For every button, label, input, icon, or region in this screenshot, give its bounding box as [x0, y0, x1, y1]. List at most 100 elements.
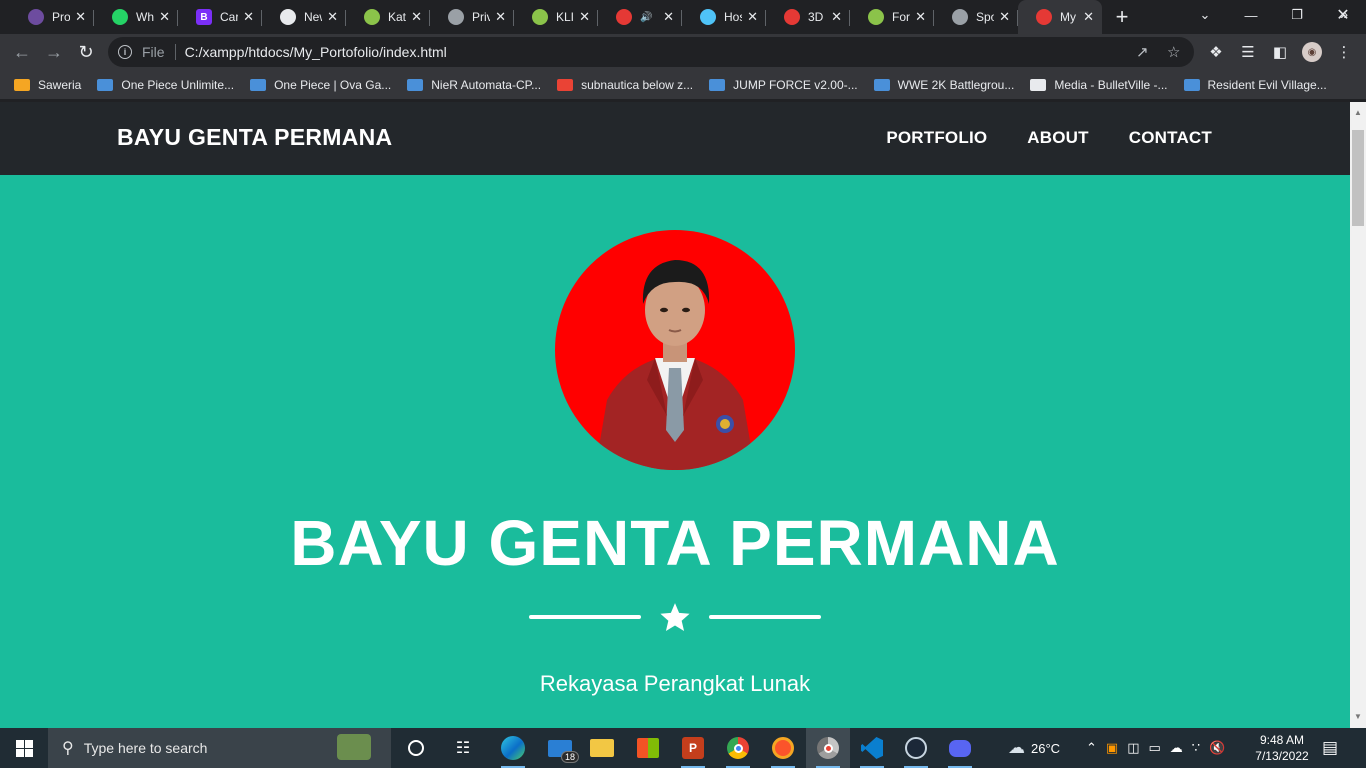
tab-audio-icon[interactable]: 🔊 [640, 12, 652, 23]
scroll-down-icon[interactable]: ▼ [1354, 712, 1362, 721]
tray-wifi-icon[interactable]: ∵ [1192, 740, 1200, 756]
site-brand[interactable]: BAYU GENTA PERMANA [117, 124, 392, 151]
bookmark-item[interactable]: JUMP FORCE v2.00-... [709, 77, 858, 92]
powerpoint-icon[interactable]: P [671, 728, 715, 768]
file-explorer-icon[interactable] [580, 728, 624, 768]
tab-close-icon[interactable]: ✕ [747, 9, 758, 25]
tab-close-icon[interactable]: ✕ [999, 9, 1010, 25]
chrome-icon[interactable] [716, 728, 760, 768]
tab-favicon-icon [784, 9, 800, 25]
extensions-icon[interactable]: ❖ [1206, 42, 1226, 62]
notification-center-icon[interactable]: ▤ [1322, 728, 1338, 768]
tab-close-icon[interactable]: ✕ [75, 9, 86, 25]
minimize-button[interactable]: — [1228, 0, 1274, 30]
page-scrollbar[interactable]: ▲ ▼ [1350, 102, 1366, 728]
bookmark-item[interactable]: WWE 2K Battlegrou... [873, 78, 1014, 92]
info-icon[interactable]: i [118, 45, 132, 59]
bookmark-star-icon[interactable]: ☆ [1167, 43, 1180, 61]
edge-icon[interactable] [491, 728, 535, 768]
bookmark-item[interactable]: One Piece | Ova Ga... [250, 78, 391, 92]
browser-tab[interactable]: Hos ✕ [682, 0, 766, 34]
site-navbar: BAYU GENTA PERMANA PORTFOLIO ABOUT CONTA… [0, 102, 1350, 175]
weather-widget[interactable]: ☁ 26°C [1008, 728, 1060, 768]
tray-app-icon[interactable]: ▣ [1106, 740, 1118, 756]
menu-kebab-icon[interactable]: ⋮ [1334, 42, 1354, 62]
brave-icon[interactable] [761, 728, 805, 768]
side-panel-icon[interactable]: ◧ [1270, 42, 1290, 62]
bookmark-item[interactable]: subnautica below z... [557, 78, 693, 92]
bookmark-label: JUMP FORCE v2.00-... [733, 77, 858, 92]
url-text[interactable]: C:/xampp/htdocs/My_Portofolio/index.html [185, 44, 447, 60]
profile-avatar[interactable]: ◉ [1302, 42, 1322, 62]
store-icon[interactable] [626, 728, 670, 768]
browser-tab[interactable]: 3D ✕ [766, 0, 850, 34]
tab-close-icon[interactable]: ✕ [579, 9, 590, 25]
forward-button[interactable]: → [38, 36, 70, 68]
bookmark-item[interactable]: Saweria [14, 78, 81, 92]
start-button[interactable] [0, 728, 48, 768]
tab-close-icon[interactable]: ✕ [495, 9, 506, 25]
more-bookmarks-icon[interactable]: » [1340, 6, 1348, 22]
tray-chevron-icon[interactable]: ⌃ [1086, 740, 1097, 756]
scrollbar-thumb[interactable] [1352, 130, 1364, 226]
browser-tab[interactable]: Priv ✕ [430, 0, 514, 34]
search-highlight-icon[interactable] [337, 734, 371, 760]
clock[interactable]: 9:48 AM 7/13/2022 [1252, 728, 1312, 768]
tab-close-icon[interactable]: ✕ [915, 9, 926, 25]
bookmark-item[interactable]: NieR Automata-CP... [407, 78, 541, 92]
tray-onedrive-icon[interactable]: ☁ [1170, 740, 1183, 756]
reload-button[interactable]: ↻ [70, 36, 102, 68]
browser-tab[interactable]: 🔊 ✕ [598, 0, 682, 34]
nav-link-contact[interactable]: CONTACT [1129, 128, 1212, 148]
bookmark-item[interactable]: Media - BulletVille -... [1030, 78, 1168, 92]
back-button[interactable]: ← [6, 36, 38, 68]
vscode-icon[interactable] [850, 728, 894, 768]
bookmark-item[interactable]: Resident Evil Village... [1183, 78, 1327, 92]
share-icon[interactable]: ↗ [1136, 43, 1149, 61]
tab-close-icon[interactable]: ✕ [831, 9, 842, 25]
browser-tab[interactable]: KLIK ✕ [514, 0, 598, 34]
discord-icon[interactable] [938, 728, 982, 768]
browser-tab[interactable]: Kata ✕ [346, 0, 430, 34]
steam-icon[interactable] [894, 728, 938, 768]
tab-title: 3D [808, 10, 824, 24]
new-tab-button[interactable]: + [1102, 0, 1142, 34]
tray-meet-icon[interactable]: ◫ [1127, 740, 1139, 756]
tab-close-icon[interactable]: ✕ [159, 9, 170, 25]
tab-close-icon[interactable]: ✕ [327, 9, 338, 25]
nav-link-portfolio[interactable]: PORTFOLIO [886, 128, 987, 148]
bookmark-label: Saweria [38, 77, 82, 92]
chrome-dev-icon[interactable] [806, 728, 850, 768]
browser-tab[interactable]: My ✕ [1018, 0, 1102, 34]
windows-logo-icon [15, 739, 33, 757]
nav-link-about[interactable]: ABOUT [1027, 128, 1088, 148]
mail-icon[interactable]: 18 [538, 728, 582, 768]
profile-photo [555, 230, 795, 470]
task-view-icon[interactable]: ☷ [441, 728, 485, 768]
tab-favicon-icon [616, 9, 632, 25]
tab-close-icon[interactable]: ✕ [663, 9, 674, 25]
bookmark-favicon-icon [709, 78, 726, 91]
browser-tab[interactable]: Wha ✕ [94, 0, 178, 34]
browser-tab[interactable]: Forr ✕ [850, 0, 934, 34]
browser-toolbar: ← → ↻ i File C:/xampp/htdocs/My_Portofol… [0, 34, 1366, 70]
tab-search-chevron-icon[interactable]: ⌄ [1182, 0, 1228, 30]
tab-close-icon[interactable]: ✕ [243, 9, 254, 25]
browser-tab[interactable]: New ✕ [262, 0, 346, 34]
taskbar-search-box[interactable]: ⚲ Type here to search [48, 728, 391, 768]
tab-title: Spo [976, 10, 994, 24]
bookmark-item[interactable]: One Piece Unlimite... [97, 78, 234, 92]
browser-tab[interactable]: Spo ✕ [934, 0, 1018, 34]
browser-tab[interactable]: B Car ✕ [178, 0, 262, 34]
address-bar[interactable]: i File C:/xampp/htdocs/My_Portofolio/ind… [108, 37, 1194, 67]
scroll-up-icon[interactable]: ▲ [1354, 108, 1362, 117]
tab-close-icon[interactable]: ✕ [1083, 9, 1094, 25]
cortana-icon[interactable] [394, 728, 438, 768]
reading-list-icon[interactable]: ☰ [1238, 42, 1258, 62]
tab-close-icon[interactable]: ✕ [411, 9, 422, 25]
tray-battery-icon[interactable]: ▭ [1149, 740, 1161, 756]
tray-volume-icon[interactable]: 🔇 [1209, 740, 1225, 756]
browser-tab[interactable]: Proj ✕ [10, 0, 94, 34]
restore-button[interactable]: ❐ [1274, 0, 1320, 30]
bookmark-favicon-icon [557, 78, 574, 91]
